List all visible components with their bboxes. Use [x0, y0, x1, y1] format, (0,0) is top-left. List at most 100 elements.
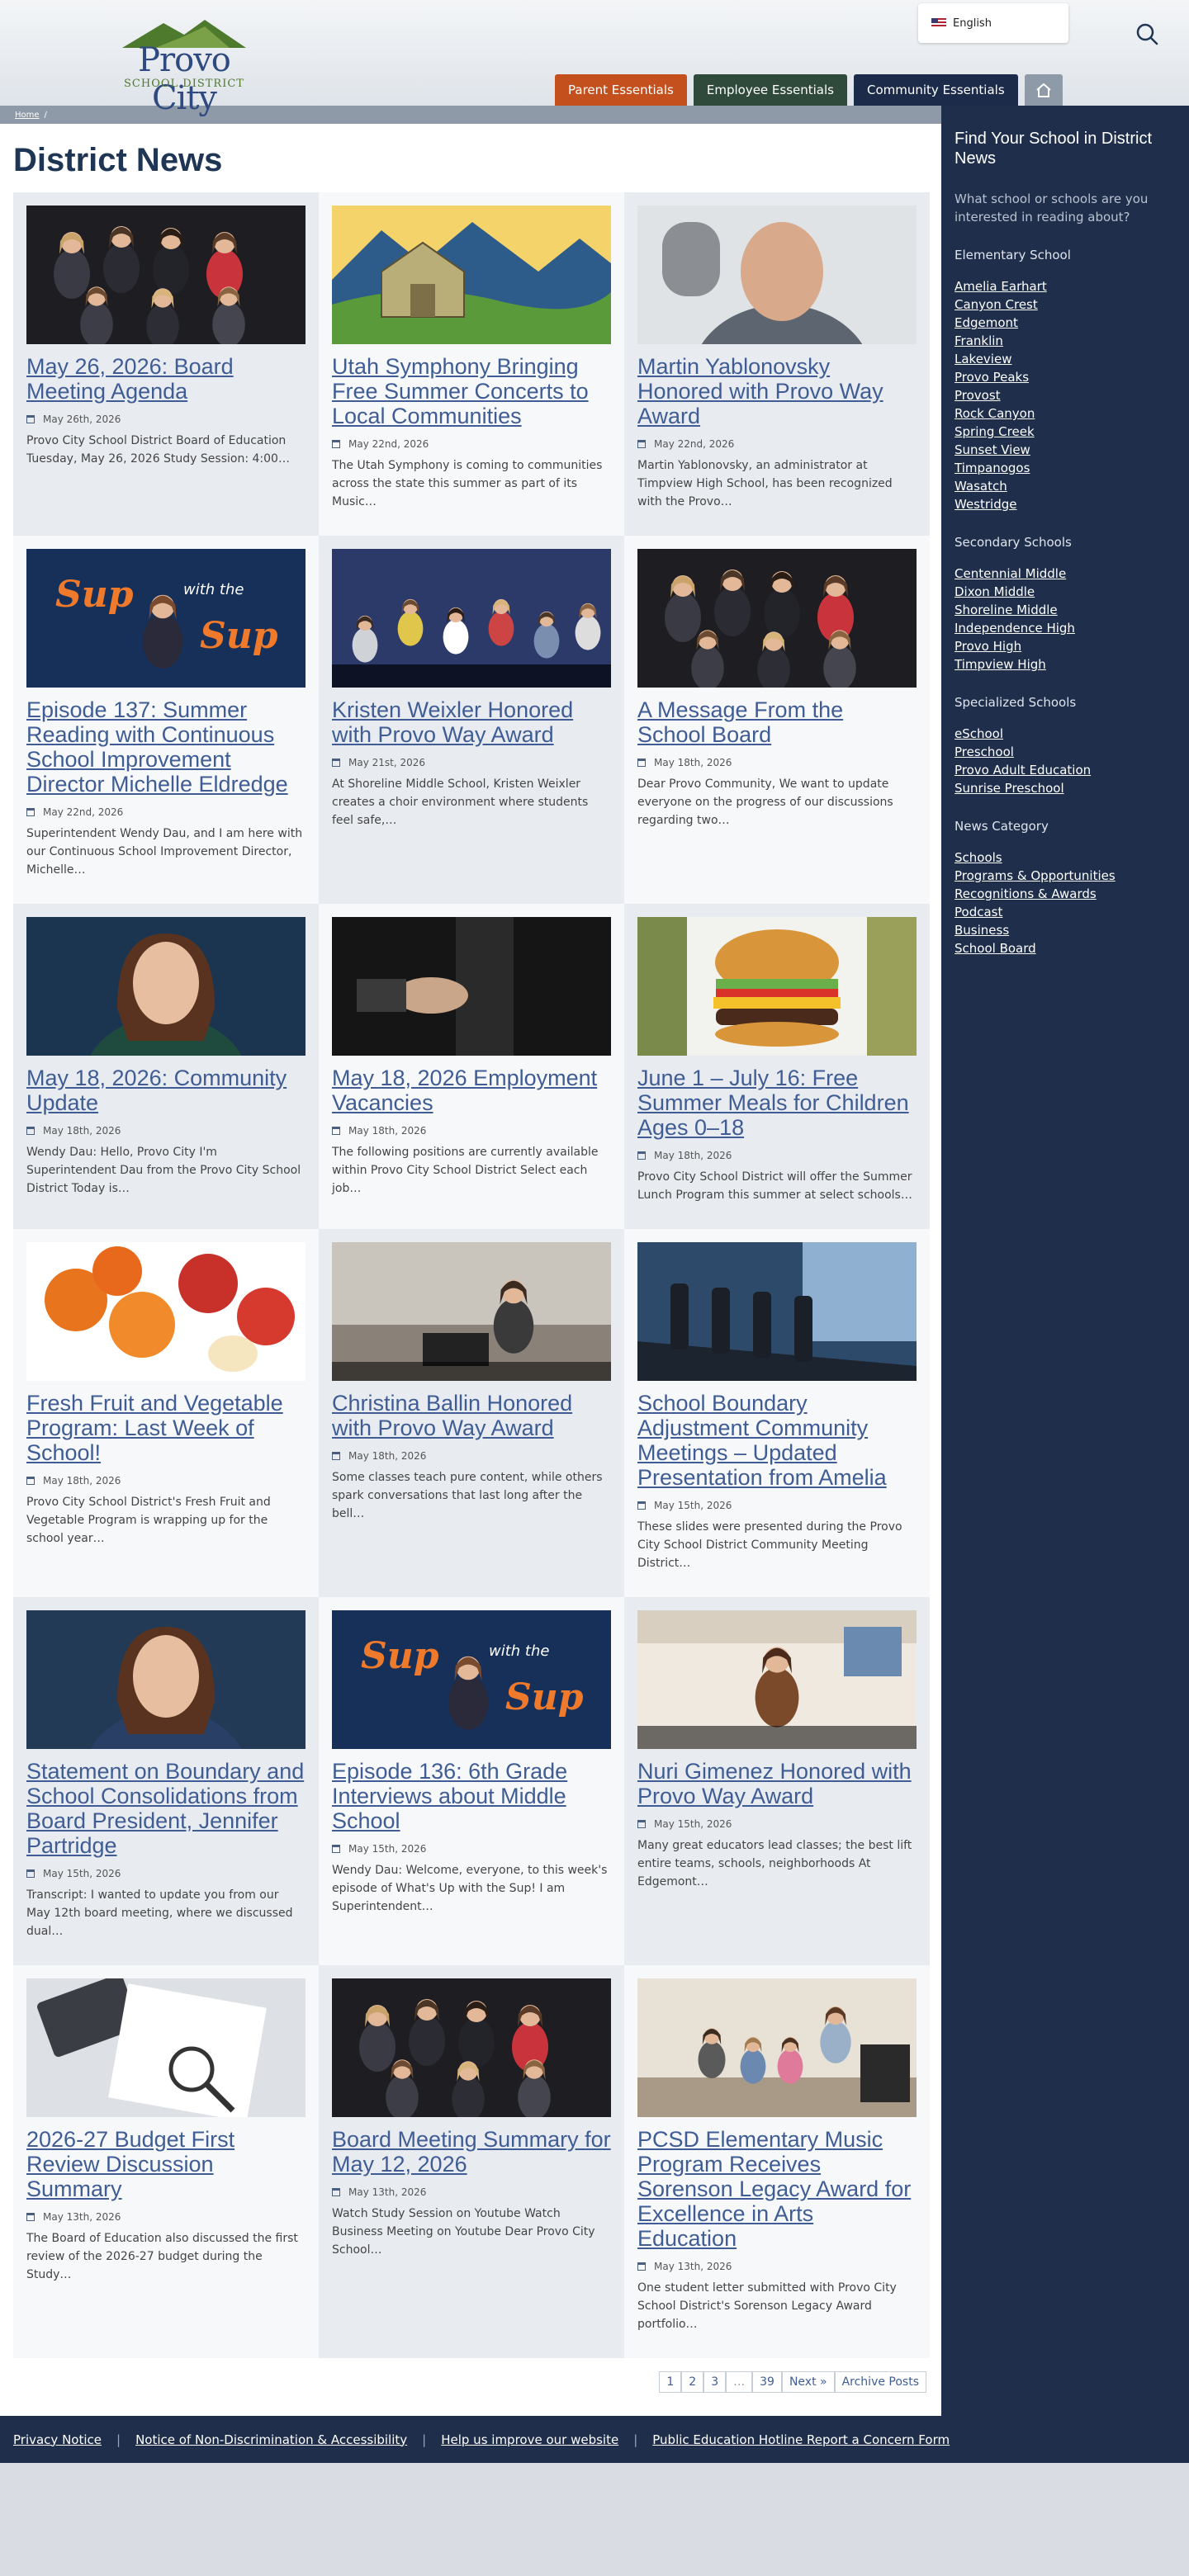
sidebar-school-link[interactable]: Lakeview	[955, 352, 1011, 366]
news-card-image[interactable]: Sup with the Sup	[332, 1610, 611, 1749]
news-card-image[interactable]	[637, 917, 917, 1056]
news-card-title[interactable]: Episode 136: 6th Grade Interviews about …	[332, 1759, 611, 1833]
news-card-title[interactable]: School Boundary Adjustment Community Mee…	[637, 1391, 917, 1490]
news-card-title[interactable]: May 18, 2026 Employment Vacancies	[332, 1066, 611, 1115]
news-card-title[interactable]: PCSD Elementary Music Program Receives S…	[637, 2127, 917, 2251]
news-card-image[interactable]	[637, 1610, 917, 1749]
sidebar-school-link[interactable]: Shoreline Middle	[955, 603, 1058, 617]
sidebar-school-link[interactable]: Canyon Crest	[955, 297, 1038, 312]
sidebar-school-link[interactable]: Edgemont	[955, 315, 1018, 330]
news-card-title[interactable]: Martin Yablonovsky Honored with Provo Wa…	[637, 354, 917, 428]
search-icon[interactable]	[1131, 18, 1164, 51]
news-card-meta: May 18th, 2026	[637, 757, 917, 768]
news-card-image[interactable]	[332, 549, 611, 688]
sidebar-school-link[interactable]: Timpview High	[955, 657, 1046, 672]
news-card-title[interactable]: June 1 – July 16: Free Summer Meals for …	[637, 1066, 917, 1140]
sidebar-school-link[interactable]: Independence High	[955, 621, 1075, 636]
news-card-excerpt: Watch Study Session on Youtube Watch Bus…	[332, 2207, 595, 2257]
sidebar-school-link[interactable]: Spring Creek	[955, 424, 1035, 439]
news-card-title[interactable]: Episode 137: Summer Reading with Continu…	[26, 697, 306, 796]
sidebar-school-link[interactable]: Podcast	[955, 905, 1002, 919]
news-card-date: May 18th, 2026	[348, 1450, 427, 1462]
news-card-image[interactable]	[637, 206, 917, 344]
news-card: May 18, 2026 Employment Vacancies May 18t…	[319, 904, 624, 1229]
news-card-image[interactable]	[332, 206, 611, 344]
pagination-link[interactable]: Archive Posts	[834, 2371, 926, 2393]
nav-home-button[interactable]	[1024, 74, 1063, 106]
news-card-title[interactable]: Fresh Fruit and Vegetable Program: Last …	[26, 1391, 306, 1465]
sidebar-school-link[interactable]: Recognitions & Awards	[955, 886, 1097, 901]
sidebar-school-link[interactable]: Business	[955, 923, 1009, 938]
sidebar-list-item: Schools	[955, 848, 1176, 867]
sidebar-school-link[interactable]: Wasatch	[955, 479, 1007, 494]
news-card-date: May 15th, 2026	[348, 1843, 427, 1855]
news-card-title[interactable]: 2026-27 Budget First Review Discussion S…	[26, 2127, 306, 2201]
news-card-image[interactable]	[637, 1242, 917, 1381]
footer-link[interactable]: Help us improve our website	[441, 2432, 618, 2447]
sidebar-school-link[interactable]: Provo High	[955, 639, 1021, 654]
nav-parent-essentials[interactable]: Parent Essentials	[555, 74, 687, 106]
news-card-date: May 18th, 2026	[348, 1125, 427, 1137]
news-card-image[interactable]	[637, 1978, 917, 2117]
sidebar-school-link[interactable]: Timpanogos	[955, 461, 1030, 475]
language-selector[interactable]: English	[918, 3, 1068, 43]
pagination-link[interactable]: 3	[703, 2371, 727, 2393]
sidebar-school-link[interactable]: Franklin	[955, 333, 1003, 348]
sidebar-school-link[interactable]: Sunrise Preschool	[955, 781, 1064, 796]
sidebar-school-link[interactable]: eSchool	[955, 726, 1003, 741]
news-card-title[interactable]: May 18, 2026: Community Update	[26, 1066, 306, 1115]
sidebar-list-item: Timpview High	[955, 655, 1176, 674]
news-card-image[interactable]	[637, 549, 917, 688]
sidebar-school-link[interactable]: Provo Adult Education	[955, 763, 1091, 778]
sidebar-list-item: Business	[955, 921, 1176, 939]
breadcrumb-home[interactable]: Home	[15, 111, 40, 120]
sidebar-groups: Elementary School Amelia Earhart Canyon Cr…	[955, 248, 1176, 957]
news-card-image[interactable]	[26, 1610, 306, 1749]
news-card: Fresh Fruit and Vegetable Program: Last …	[13, 1229, 319, 1597]
news-card-title[interactable]: Kristen Weixler Honored with Provo Way A…	[332, 697, 611, 747]
sidebar-school-link[interactable]: Westridge	[955, 497, 1016, 512]
sidebar-school-link[interactable]: Schools	[955, 850, 1002, 865]
sidebar-school-link[interactable]: Dixon Middle	[955, 584, 1035, 599]
news-card-image[interactable]	[332, 917, 611, 1056]
news-card-title[interactable]: Christina Ballin Honored with Provo Way …	[332, 1391, 611, 1440]
district-logo[interactable]: Provo City SCHOOL DISTRICT	[106, 18, 263, 117]
sidebar-school-link[interactable]: Preschool	[955, 744, 1014, 759]
sidebar-school-link[interactable]: Provo Peaks	[955, 370, 1029, 385]
pagination-link[interactable]: 1	[659, 2371, 682, 2393]
footer-link[interactable]: Public Education Hotline Report a Concer…	[652, 2432, 950, 2447]
nav-community-essentials[interactable]: Community Essentials	[853, 74, 1018, 106]
news-card-image[interactable]	[26, 1242, 306, 1381]
svg-text:Sup: Sup	[55, 574, 134, 616]
news-card-image[interactable]	[26, 1978, 306, 2117]
news-card-title[interactable]: A Message From the School Board	[637, 697, 917, 747]
news-card-title[interactable]: Statement on Boundary and School Consoli…	[26, 1759, 306, 1858]
news-card-title[interactable]: Board Meeting Summary for May 12, 2026	[332, 2127, 611, 2177]
news-card-excerpt: Provo City School District Board of Educ…	[26, 434, 290, 466]
pagination-link[interactable]: 2	[681, 2371, 704, 2393]
sidebar-school-link[interactable]: Rock Canyon	[955, 406, 1035, 421]
news-card-image[interactable]	[332, 1242, 611, 1381]
sidebar-school-link[interactable]: Programs & Opportunities	[955, 868, 1116, 883]
news-card-title[interactable]: Nuri Gimenez Honored with Provo Way Awar…	[637, 1759, 917, 1808]
footer-link[interactable]: Notice of Non-Discrimination & Accessibi…	[135, 2432, 407, 2447]
sidebar-school-link[interactable]: Provost	[955, 388, 1001, 403]
news-card-title[interactable]: May 26, 2026: Board Meeting Agenda	[26, 354, 306, 404]
news-card-image[interactable]	[332, 1978, 611, 2117]
news-card: 2026-27 Budget First Review Discussion S…	[13, 1965, 319, 2358]
nav-employee-essentials[interactable]: Employee Essentials	[693, 74, 847, 106]
sidebar-school-link[interactable]: Sunset View	[955, 442, 1030, 457]
sidebar-school-link[interactable]: Amelia Earhart	[955, 279, 1047, 294]
news-card-excerpt: At Shoreline Middle School, Kristen Weix…	[332, 778, 589, 827]
sidebar-school-link[interactable]: Centennial Middle	[955, 566, 1066, 581]
sidebar-school-link[interactable]: School Board	[955, 941, 1036, 956]
news-card-excerpt: Superintendent Wendy Dau, and I am here …	[26, 827, 303, 877]
news-card-image[interactable]	[26, 206, 306, 344]
news-card: A Message From the School Board May 18th,…	[624, 536, 930, 904]
pagination-link[interactable]: 39	[752, 2371, 782, 2393]
footer-link[interactable]: Privacy Notice	[13, 2432, 102, 2447]
news-card-image[interactable]	[26, 917, 306, 1056]
news-card-image[interactable]: Sup with the Sup	[26, 549, 306, 688]
news-card-title[interactable]: Utah Symphony Bringing Free Summer Conce…	[332, 354, 611, 428]
pagination-link[interactable]: Next »	[781, 2371, 835, 2393]
